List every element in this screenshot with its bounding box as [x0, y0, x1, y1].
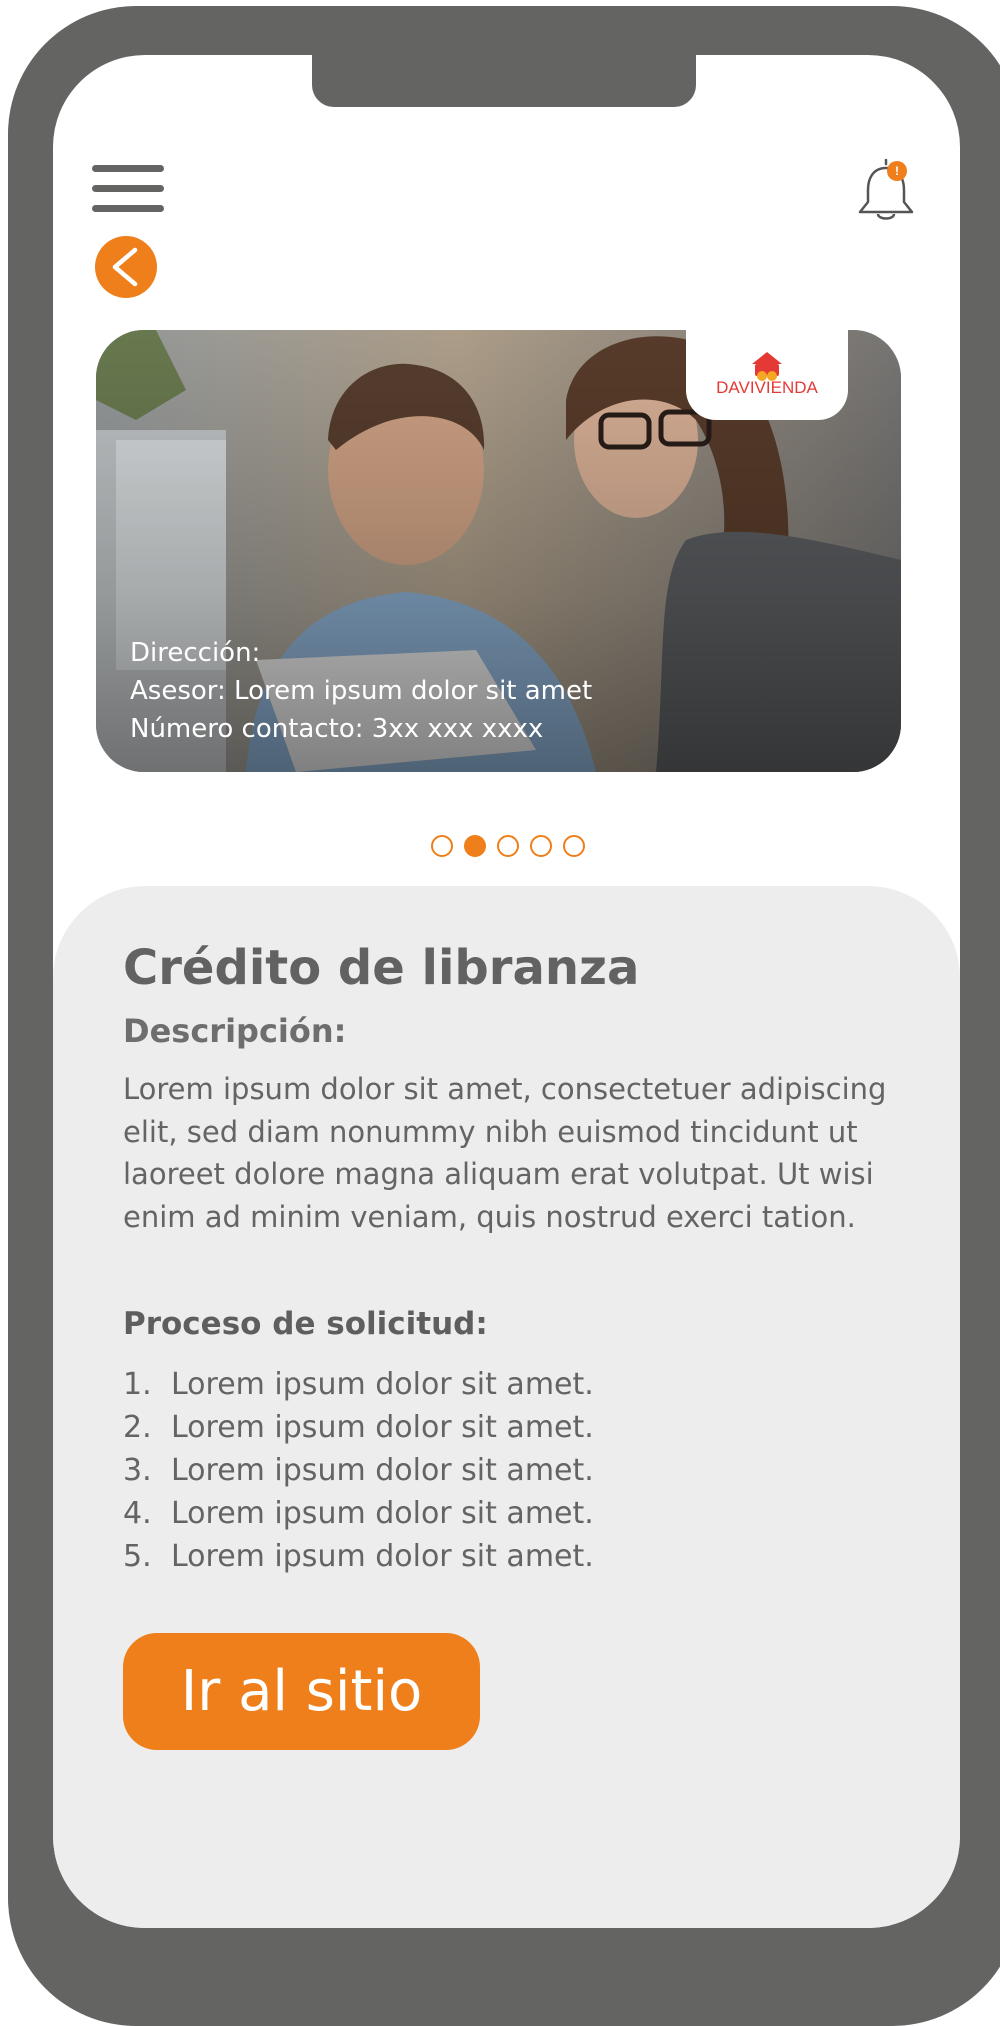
menu-bar: [92, 185, 164, 192]
carousel-dot[interactable]: [497, 835, 519, 857]
menu-bar: [92, 165, 164, 172]
bank-logo: DAVIVIENDA: [686, 330, 848, 420]
step-text: Lorem ipsum dolor sit amet.: [171, 1539, 594, 1574]
back-button[interactable]: [95, 236, 157, 298]
contact-number: Número contacto: 3xx xxx xxxx: [130, 714, 544, 744]
notification-badge: !: [887, 161, 907, 181]
step-text: Lorem ipsum dolor sit amet.: [171, 1410, 594, 1445]
notification-button[interactable]: !: [856, 156, 916, 226]
chevron-left-icon: [112, 247, 138, 287]
carousel-indicators: [431, 835, 585, 857]
step-number: 3.: [123, 1453, 152, 1488]
step-number: 1.: [123, 1367, 152, 1402]
description-text: Lorem ipsum dolor sit amet, consectetuer…: [123, 1072, 887, 1234]
bell-icon: [858, 158, 914, 220]
page-title: Crédito de libranza: [123, 940, 640, 996]
step-number: 5.: [123, 1539, 152, 1574]
list-item: 2. Lorem ipsum dolor sit amet.: [123, 1406, 594, 1449]
hero-carousel-slide[interactable]: DAVIVIENDA Dirección: Asesor: Lorem ipsu…: [96, 330, 901, 772]
step-text: Lorem ipsum dolor sit amet.: [171, 1367, 594, 1402]
step-number: 2.: [123, 1410, 152, 1445]
step-text: Lorem ipsum dolor sit amet.: [171, 1453, 594, 1488]
bank-logo-text: DAVIVIENDA: [716, 378, 818, 397]
menu-bar: [92, 205, 164, 212]
advisor-info: Dirección: Asesor: Lorem ipsum dolor sit…: [130, 634, 592, 748]
description-label: Descripción:: [123, 1012, 347, 1050]
step-number: 4.: [123, 1496, 152, 1531]
phone-notch: [312, 55, 835, 133]
carousel-dot[interactable]: [563, 835, 585, 857]
list-item: 1. Lorem ipsum dolor sit amet.: [123, 1363, 594, 1406]
go-to-site-button[interactable]: Ir al sitio: [123, 1633, 480, 1750]
advisor-name: Asesor: Lorem ipsum dolor sit amet: [130, 676, 593, 706]
carousel-dot[interactable]: [464, 835, 486, 857]
camera-dot: [801, 99, 835, 133]
carousel-dot[interactable]: [530, 835, 552, 857]
process-label: Proceso de solicitud:: [123, 1306, 488, 1342]
carousel-dot[interactable]: [431, 835, 453, 857]
list-item: 3. Lorem ipsum dolor sit amet.: [123, 1449, 594, 1492]
list-item: 5. Lorem ipsum dolor sit amet.: [123, 1535, 594, 1578]
hamburger-menu-icon[interactable]: [92, 165, 164, 213]
process-steps: 1. Lorem ipsum dolor sit amet. 2. Lorem ip…: [123, 1363, 594, 1578]
address-label: Dirección:: [130, 638, 261, 668]
step-text: Lorem ipsum dolor sit amet.: [171, 1496, 594, 1531]
list-item: 4. Lorem ipsum dolor sit amet.: [123, 1492, 594, 1535]
